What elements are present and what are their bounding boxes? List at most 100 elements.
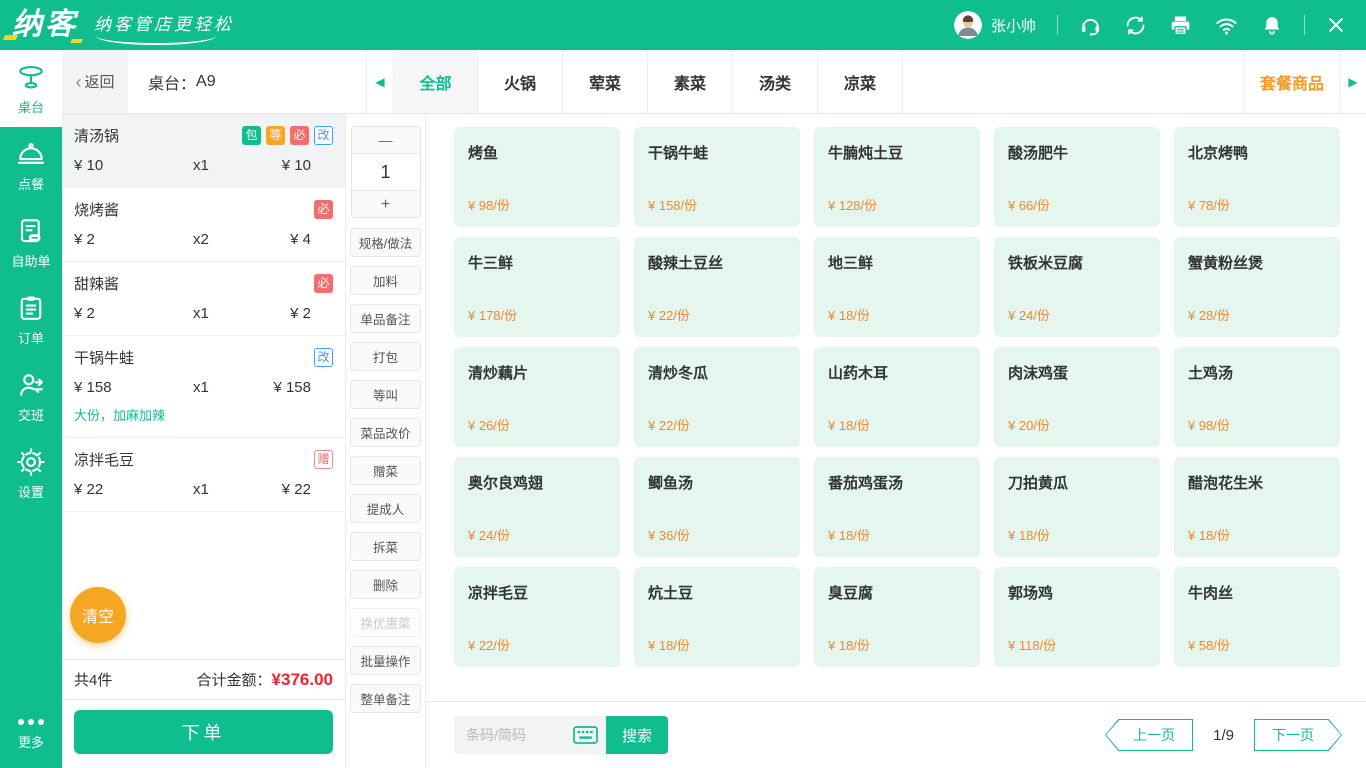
- menu-item[interactable]: 清炒藕片 ¥ 26/份: [454, 347, 620, 447]
- prev-page-button[interactable]: 上一页: [1105, 719, 1194, 751]
- menu-item-price: ¥ 178/份: [468, 308, 518, 323]
- sidebar-item-more[interactable]: 更多: [0, 700, 62, 768]
- menu-item-price: ¥ 26/份: [468, 418, 510, 433]
- tabs-list: 全部 火锅 荤菜 素菜 汤类 凉菜: [393, 50, 903, 113]
- menu-item[interactable]: 番茄鸡蛋汤 ¥ 18/份: [814, 457, 980, 557]
- toolbar-button[interactable]: 规格/做法: [350, 228, 421, 257]
- menu-item[interactable]: 鲫鱼汤 ¥ 36/份: [634, 457, 800, 557]
- tab-category-3[interactable]: 素菜: [648, 50, 733, 113]
- tab-category-1[interactable]: 火锅: [478, 50, 563, 113]
- menu-item[interactable]: 醋泡花生米 ¥ 18/份: [1174, 457, 1340, 557]
- clipboard-icon: [16, 293, 46, 323]
- sidebar-item-table[interactable]: 桌台: [0, 50, 62, 127]
- table-title: 桌台： A9: [128, 50, 366, 113]
- menu-item[interactable]: 牛肉丝 ¥ 58/份: [1174, 567, 1340, 667]
- menu-item[interactable]: 土鸡汤 ¥ 98/份: [1174, 347, 1340, 447]
- wifi-icon[interactable]: [1214, 14, 1239, 37]
- menu-item[interactable]: 刀拍黄瓜 ¥ 18/份: [994, 457, 1160, 557]
- back-button[interactable]: ‹ 返回: [62, 50, 128, 113]
- menu-item-name: 酸辣土豆丝: [648, 255, 724, 272]
- toolbar-button[interactable]: 提成人: [350, 494, 421, 523]
- menu-item-price: ¥ 58/份: [1188, 638, 1230, 653]
- menu-item[interactable]: 北京烤鸭 ¥ 78/份: [1174, 127, 1340, 227]
- keyboard-icon[interactable]: [573, 726, 598, 749]
- toolbar-button[interactable]: 菜品改价: [350, 418, 421, 447]
- next-page-button[interactable]: 下一页: [1254, 719, 1342, 751]
- toolbar-button[interactable]: 批量操作: [350, 646, 421, 675]
- menu-item[interactable]: 臭豆腐 ¥ 18/份: [814, 567, 980, 667]
- sidebar-item-settings[interactable]: 设置: [0, 435, 62, 512]
- order-item[interactable]: 甜辣酱 必 ¥ 2 x1 ¥ 2: [62, 262, 345, 336]
- sidebar-item-self-order[interactable]: 自助单: [0, 204, 62, 281]
- close-icon[interactable]: [1326, 15, 1346, 35]
- search-button[interactable]: 搜索: [606, 716, 668, 754]
- order-item-badges: 改: [309, 348, 333, 367]
- cloud-sync-icon[interactable]: [1124, 14, 1147, 37]
- menu-item[interactable]: 山药木耳 ¥ 18/份: [814, 347, 980, 447]
- menu-item[interactable]: 蟹黄粉丝煲 ¥ 28/份: [1174, 237, 1340, 337]
- toolbar-button[interactable]: 单品备注: [350, 304, 421, 333]
- tabs-scroll-left-icon[interactable]: ◀: [367, 50, 393, 113]
- order-list: 清汤锅 包等必改 ¥ 10 x1 ¥ 10 烧烤酱 必 ¥ 2 x2 ¥ 4 甜…: [62, 114, 345, 659]
- menu-item-name: 牛肉丝: [1188, 585, 1234, 602]
- sidebar-item-shift[interactable]: 交班: [0, 358, 62, 435]
- order-item-badges: 包等必改: [237, 126, 333, 145]
- menu-item[interactable]: 牛腩炖土豆 ¥ 128/份: [814, 127, 980, 227]
- menu-item-name: 番茄鸡蛋汤: [828, 475, 904, 492]
- tab-category-4[interactable]: 汤类: [733, 50, 818, 113]
- order-item[interactable]: 凉拌毛豆 赠 ¥ 22 x1 ¥ 22: [62, 438, 345, 512]
- tab-combo[interactable]: 套餐商品: [1244, 50, 1340, 113]
- menu-item[interactable]: 郭场鸡 ¥ 118/份: [994, 567, 1160, 667]
- bell-icon[interactable]: [1261, 14, 1283, 37]
- tab-category-0[interactable]: 全部: [393, 50, 478, 113]
- user-chip[interactable]: 张小帅: [953, 11, 1036, 39]
- toolbar-button[interactable]: 整单备注: [350, 684, 421, 713]
- submit-order-button[interactable]: 下单: [74, 710, 333, 754]
- toolbar-buttons: 规格/做法 加料 单品备注 打包 等叫 菜品改价 赠菜 提成人 拆菜 删除 换优惠菜 批量操作 整单备注: [350, 228, 421, 722]
- menu-item-price: ¥ 22/份: [468, 638, 510, 653]
- tab-category-5[interactable]: 凉菜: [818, 50, 903, 113]
- menu-item-price: ¥ 98/份: [468, 198, 510, 213]
- menu-item[interactable]: 酸汤肥牛 ¥ 66/份: [994, 127, 1160, 227]
- headset-icon[interactable]: [1079, 14, 1102, 37]
- tab-category-2[interactable]: 荤菜: [563, 50, 648, 113]
- menu-item-name: 肉沫鸡蛋: [1008, 365, 1069, 382]
- order-panel: 清汤锅 包等必改 ¥ 10 x1 ¥ 10 烧烤酱 必 ¥ 2 x2 ¥ 4 甜…: [62, 114, 346, 768]
- sidebar-item-orders[interactable]: 订单: [0, 281, 62, 358]
- badge-必: 必: [314, 274, 333, 293]
- clear-order-button[interactable]: 清空: [70, 587, 126, 643]
- submit-wrap: 下单: [62, 699, 345, 768]
- menu-item[interactable]: 肉沫鸡蛋 ¥ 20/份: [994, 347, 1160, 447]
- menu-item[interactable]: 干锅牛蛙 ¥ 158/份: [634, 127, 800, 227]
- menu-item[interactable]: 炕土豆 ¥ 18/份: [634, 567, 800, 667]
- toolbar-button[interactable]: 删除: [350, 570, 421, 599]
- menu-item[interactable]: 清炒冬瓜 ¥ 22/份: [634, 347, 800, 447]
- tabs-scroll-right-icon[interactable]: ▶: [1340, 50, 1366, 113]
- menu-item[interactable]: 铁板米豆腐 ¥ 24/份: [994, 237, 1160, 337]
- order-item[interactable]: 清汤锅 包等必改 ¥ 10 x1 ¥ 10: [62, 114, 345, 188]
- menu-item[interactable]: 牛三鲜 ¥ 178/份: [454, 237, 620, 337]
- menu-item[interactable]: 烤鱼 ¥ 98/份: [454, 127, 620, 227]
- toolbar-button[interactable]: 拆菜: [350, 532, 421, 561]
- toolbar-button[interactable]: 等叫: [350, 380, 421, 409]
- order-item[interactable]: 干锅牛蛙 改 ¥ 158 x1 ¥ 158 大份，加麻加辣: [62, 336, 345, 438]
- toolbar-button[interactable]: 打包: [350, 342, 421, 371]
- cloche-icon: [16, 139, 46, 169]
- quantity-minus-button[interactable]: —: [351, 127, 420, 154]
- order-item-qty: x1: [193, 305, 209, 322]
- sidebar-item-label: 点餐: [17, 176, 44, 192]
- toolbar-button[interactable]: 加料: [350, 266, 421, 295]
- order-item[interactable]: 烧烤酱 必 ¥ 2 x2 ¥ 4: [62, 188, 345, 262]
- printer-icon[interactable]: [1169, 14, 1192, 37]
- sidebar-item-dish-order[interactable]: 点餐: [0, 127, 62, 204]
- menu-item[interactable]: 奥尔良鸡翅 ¥ 24/份: [454, 457, 620, 557]
- toolbar-button[interactable]: 赠菜: [350, 456, 421, 485]
- order-item-note: 大份，加麻加辣: [74, 408, 166, 423]
- quantity-plus-button[interactable]: +: [351, 190, 420, 217]
- sidebar-item-label: 订单: [17, 330, 44, 346]
- menu-item-price: ¥ 20/份: [1008, 418, 1050, 433]
- menu-item-name: 醋泡花生米: [1188, 475, 1264, 492]
- menu-item[interactable]: 酸辣土豆丝 ¥ 22/份: [634, 237, 800, 337]
- menu-item[interactable]: 地三鲜 ¥ 18/份: [814, 237, 980, 337]
- menu-item[interactable]: 凉拌毛豆 ¥ 22/份: [454, 567, 620, 667]
